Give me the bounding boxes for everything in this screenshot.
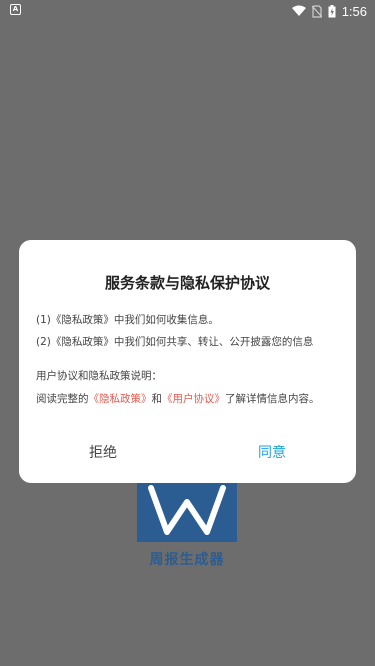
clock: 1:56: [341, 3, 367, 19]
terms-dialog: 服务条款与隐私保护协议 (1)《隐私政策》中我们如何收集信息。 (2)《隐私政策…: [19, 240, 356, 483]
no-sim-icon: [311, 4, 322, 18]
battery-icon: [328, 4, 336, 18]
status-bar: A 1:56: [0, 0, 375, 22]
dialog-title: 服务条款与隐私保护协议: [104, 274, 270, 292]
terms-line-1: (1)《隐私政策》中我们如何收集信息。: [36, 314, 219, 326]
terms-line-4: 阅读完整的《隐私政策》和《用户协议》了解详情信息内容。: [36, 391, 320, 406]
terms-line-3: 用户协议和隐私政策说明：: [36, 370, 162, 382]
terms-line-4-suffix: 了解详情信息内容。: [225, 393, 320, 405]
user-agreement-link[interactable]: 《用户协议》: [162, 393, 225, 405]
privacy-policy-link[interactable]: 《隐私政策》: [89, 393, 152, 405]
refuse-button[interactable]: 拒绝: [89, 442, 117, 462]
terms-line-2: (2)《隐私政策》中我们如何共享、转让、公开披露您的信息: [36, 336, 314, 348]
status-left: A: [10, 4, 21, 15]
app-notification-icon: A: [10, 4, 21, 15]
agree-button[interactable]: 同意: [258, 442, 286, 462]
wifi-icon: [291, 5, 306, 17]
app-name: 周报生成器: [149, 552, 225, 568]
status-right: 1:56: [291, 2, 367, 20]
terms-line-4-prefix: 阅读完整的: [36, 393, 89, 405]
app-logo: [137, 482, 237, 542]
terms-line-4-middle: 和: [151, 393, 163, 405]
